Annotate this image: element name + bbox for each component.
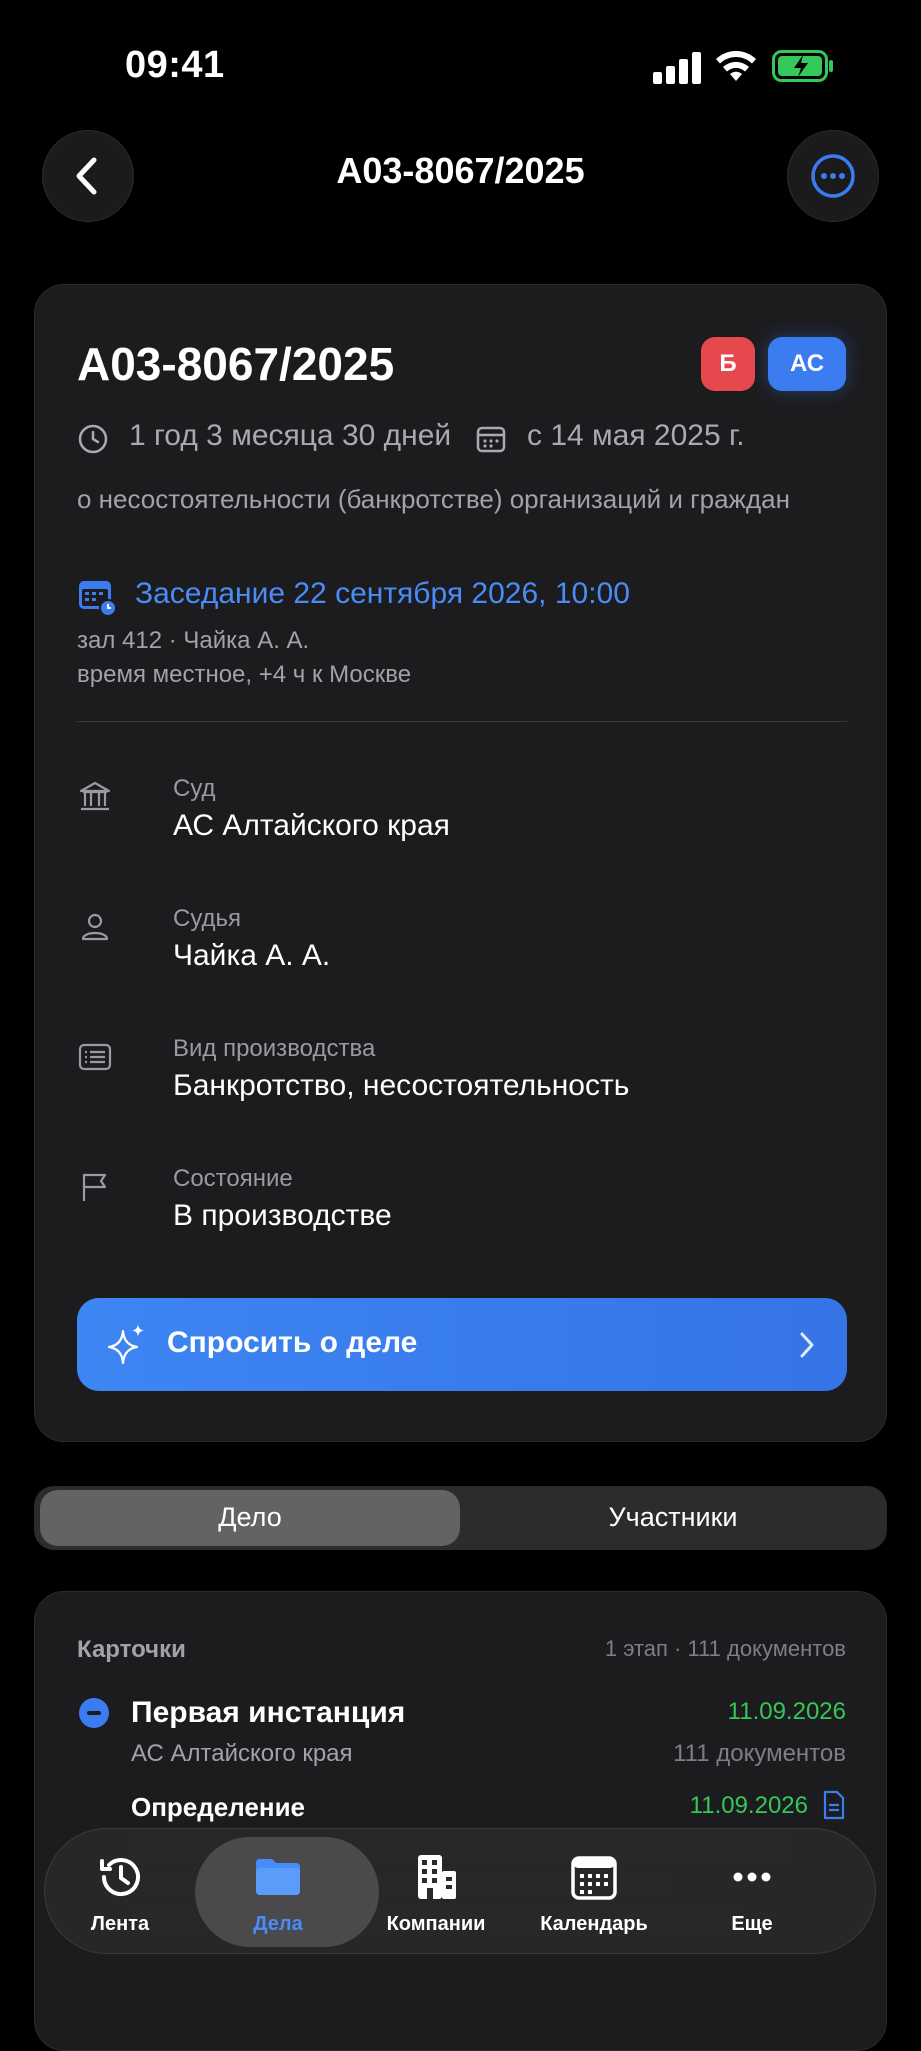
field-value: Чайка А. А.: [173, 939, 331, 972]
calendar-clock-icon: [79, 581, 117, 617]
clock-icon: [78, 424, 108, 454]
tab-more[interactable]: Еще: [677, 1829, 827, 1955]
bankruptcy-badge: Б: [701, 337, 755, 391]
tab-case[interactable]: Дело: [40, 1502, 460, 1533]
hearing-timezone: время местное, +4 ч к Москве: [77, 661, 412, 688]
ask-button-label: Спросить о деле: [167, 1326, 418, 1359]
status-time: 09:41: [125, 44, 225, 86]
history-icon: [100, 1858, 140, 1897]
tab-label: Дела: [253, 1913, 303, 1935]
duration-text: 1 год 3 месяца 30 дней: [129, 419, 452, 452]
court-icon: [79, 781, 111, 811]
more-dots-icon: [733, 1872, 771, 1882]
tab-participants[interactable]: Участники: [464, 1502, 882, 1533]
tab-companies[interactable]: Компании: [361, 1829, 511, 1955]
calendar-icon: [571, 1856, 617, 1900]
person-icon: [81, 913, 109, 941]
tab-calendar[interactable]: Календарь: [519, 1829, 669, 1955]
tab-label: Компании: [386, 1913, 486, 1935]
more-options-button[interactable]: [787, 130, 879, 222]
field-label: Суд: [173, 775, 216, 802]
case-card: А03-8067/2025 Б АС 1 год 3 месяца 30 дне…: [34, 284, 887, 1442]
start-date-text: с 14 мая 2025 г.: [527, 419, 745, 452]
battery-charging-icon: [772, 50, 833, 82]
field-label: Состояние: [173, 1165, 293, 1192]
chevron-right-icon: [800, 1332, 814, 1358]
document-date: 11.09.2026: [689, 1792, 808, 1819]
tab-bar: Лента Дела Компании Календарь Еще: [44, 1828, 876, 1954]
document-icon[interactable]: [822, 1790, 846, 1820]
collapse-icon[interactable]: [79, 1698, 109, 1728]
instance-date: 11.09.2026: [727, 1698, 846, 1725]
instance-title[interactable]: Первая инстанция: [131, 1696, 405, 1730]
field-value: Банкротство, несостоятельность: [173, 1069, 630, 1102]
flag-icon: [82, 1173, 107, 1201]
list-icon: [78, 1043, 112, 1071]
wifi-icon: [716, 51, 756, 81]
tab-feed[interactable]: Лента: [45, 1829, 195, 1955]
field-label: Судья: [173, 905, 242, 932]
case-category: о несостоятельности (банкротстве) органи…: [77, 484, 790, 514]
case-number: А03-8067/2025: [77, 338, 395, 390]
field-label: Вид производства: [173, 1035, 376, 1062]
calendar-small-icon: [476, 426, 506, 453]
hearing-room: зал 412 · Чайка А. А.: [77, 627, 310, 654]
folder-icon: [256, 1859, 300, 1895]
field-value: АС Алтайского края: [173, 809, 450, 842]
instance-doc-count: 111 документов: [673, 1740, 846, 1767]
tab-label: Еще: [731, 1913, 773, 1935]
sparkles-icon: [107, 1324, 144, 1365]
cards-heading: Карточки: [77, 1636, 186, 1663]
tab-label: Календарь: [540, 1913, 648, 1935]
court-type-badge: АС: [768, 337, 846, 391]
cards-section: Карточки 1 этап · 111 документов Первая …: [34, 1591, 887, 2051]
building-icon: [418, 1855, 456, 1899]
status-bar: 09:41: [0, 0, 921, 130]
segmented-control: Дело Участники: [34, 1486, 887, 1550]
tab-cases[interactable]: Дела: [195, 1829, 379, 1955]
page-title: А03-8067/2025: [336, 150, 585, 191]
cellular-signal-icon: [653, 52, 701, 84]
ask-about-case-button[interactable]: Спросить о деле: [77, 1298, 847, 1391]
more-circle-icon: [811, 154, 855, 198]
document-title[interactable]: Определение: [131, 1792, 305, 1823]
cards-stats: 1 этап · 111 документов: [604, 1636, 846, 1661]
tab-label: Лента: [90, 1913, 150, 1935]
field-value: В производстве: [173, 1199, 392, 1232]
divider: [77, 721, 847, 722]
instance-court: АС Алтайского края: [131, 1740, 353, 1767]
hearing-link[interactable]: Заседание 22 сентября 2026, 10:00: [135, 577, 630, 611]
